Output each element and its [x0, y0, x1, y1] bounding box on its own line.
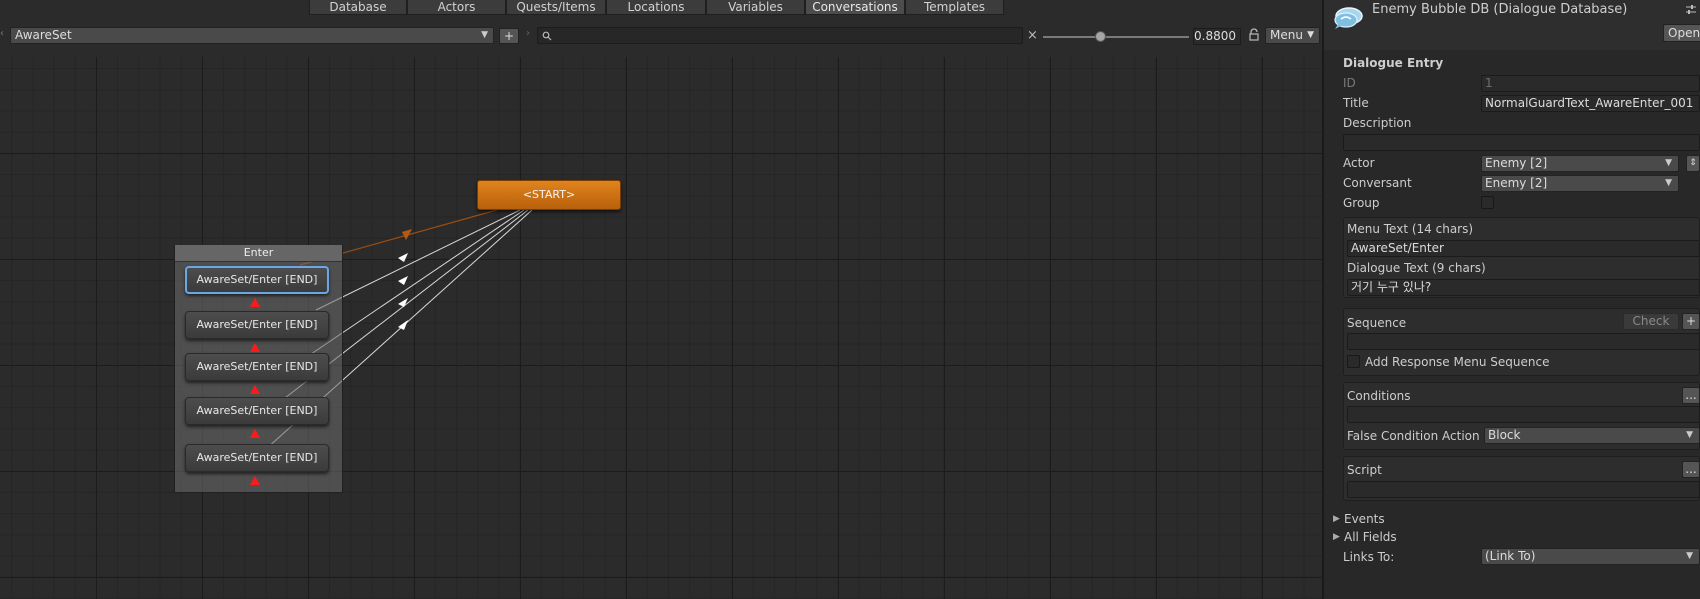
- false-condition-dropdown[interactable]: Block ▼: [1484, 427, 1700, 444]
- sequence-label: Sequence: [1347, 316, 1407, 330]
- events-foldout[interactable]: Events: [1344, 512, 1385, 526]
- links-to-value: (Link To): [1485, 549, 1536, 563]
- script-menu-button[interactable]: ...: [1682, 461, 1700, 478]
- conversant-dropdown[interactable]: Enemy [2] ▼: [1481, 175, 1679, 192]
- menu-text-label: Menu Text (14 chars): [1347, 222, 1474, 236]
- link-arrow: [250, 476, 260, 485]
- start-node[interactable]: <START>: [477, 180, 621, 210]
- events-expand-icon[interactable]: ▶: [1333, 514, 1340, 524]
- conditions-label: Conditions: [1347, 389, 1411, 403]
- add-response-checkbox[interactable]: [1347, 355, 1360, 368]
- description-field[interactable]: [1343, 134, 1700, 151]
- link-arrow: [398, 253, 408, 262]
- group-label: Group: [1343, 196, 1380, 210]
- actor-dropdown[interactable]: Enemy [2] ▼: [1481, 155, 1679, 172]
- description-label: Description: [1343, 116, 1412, 130]
- actor-options-button[interactable]: ⇕: [1686, 155, 1700, 172]
- chevron-down-icon: ▼: [1665, 178, 1672, 188]
- dialogue-text-field[interactable]: 거기 누구 있나?: [1347, 279, 1700, 296]
- false-condition-value: Block: [1488, 428, 1521, 442]
- link-arrow: [398, 298, 408, 307]
- chevron-down-icon: ▼: [1665, 158, 1672, 168]
- dialogue-node[interactable]: AwareSet/Enter [END]: [185, 444, 329, 472]
- id-label: ID: [1343, 76, 1356, 90]
- add-response-label: Add Response Menu Sequence: [1365, 355, 1550, 369]
- link-arrow: [250, 298, 260, 307]
- dialogue-database-icon: [1334, 7, 1363, 29]
- check-sequence-button[interactable]: Check: [1623, 313, 1679, 330]
- dialogue-node[interactable]: AwareSet/Enter [END]: [185, 397, 329, 425]
- chevron-down-icon: ▼: [1686, 551, 1693, 561]
- all-fields-foldout[interactable]: All Fields: [1344, 530, 1397, 544]
- sequence-field[interactable]: [1347, 333, 1700, 350]
- title-label: Title: [1343, 96, 1369, 110]
- dialogue-text-label: Dialogue Text (9 chars): [1347, 261, 1486, 275]
- section-title: Dialogue Entry: [1343, 56, 1444, 70]
- group-checkbox[interactable]: [1481, 196, 1494, 209]
- actor-label: Actor: [1343, 156, 1375, 170]
- settings-sliders-icon[interactable]: [1685, 4, 1697, 16]
- id-field: 1: [1481, 75, 1700, 92]
- node-group-title: Enter: [175, 245, 342, 262]
- conditions-menu-button[interactable]: ...: [1682, 387, 1700, 404]
- title-field[interactable]: NormalGuardText_AwareEnter_001: [1481, 95, 1700, 112]
- add-sequence-button[interactable]: +: [1682, 313, 1700, 330]
- false-condition-label: False Condition Action: [1347, 429, 1480, 443]
- dialogue-node[interactable]: AwareSet/Enter [END]: [185, 353, 329, 381]
- menu-text-field[interactable]: AwareSet/Enter: [1347, 240, 1700, 257]
- chevron-down-icon: ▼: [1686, 430, 1693, 440]
- database-title: Enemy Bubble DB (Dialogue Database): [1372, 2, 1628, 17]
- links-to-label: Links To:: [1343, 550, 1395, 564]
- dialogue-node[interactable]: AwareSet/Enter [END]: [185, 311, 329, 339]
- link-arrow: [250, 429, 260, 438]
- open-database-button[interactable]: Open: [1663, 24, 1700, 42]
- conversant-label: Conversant: [1343, 176, 1412, 190]
- script-field[interactable]: [1347, 481, 1700, 498]
- link-arrow: [250, 385, 260, 394]
- dialogue-node[interactable]: AwareSet/Enter [END]: [185, 266, 329, 294]
- link-arrow: [398, 276, 408, 285]
- conversant-dropdown-value: Enemy [2]: [1485, 176, 1548, 190]
- all-fields-expand-icon[interactable]: ▶: [1333, 532, 1340, 542]
- actor-dropdown-value: Enemy [2]: [1485, 156, 1548, 170]
- script-label: Script: [1347, 463, 1382, 477]
- link-arrow: [250, 343, 260, 352]
- conditions-field[interactable]: [1347, 406, 1700, 423]
- links-to-dropdown[interactable]: (Link To) ▼: [1481, 548, 1700, 565]
